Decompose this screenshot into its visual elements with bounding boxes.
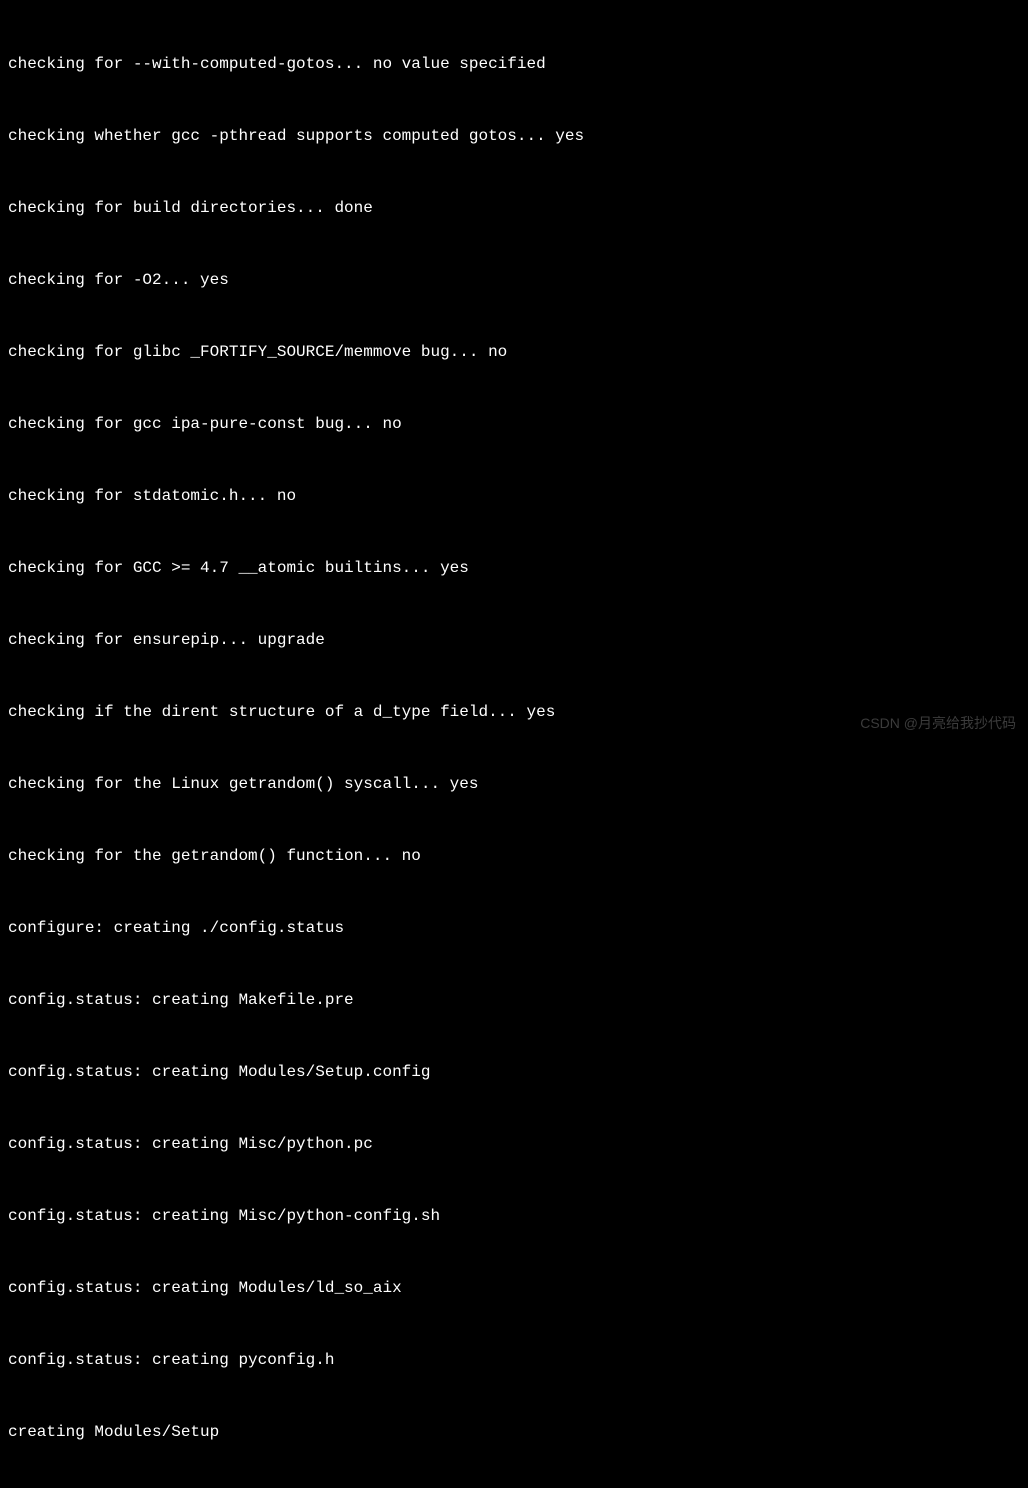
output-line: checking for gcc ipa-pure-const bug... n… [8,412,1020,436]
output-line: checking for the getrandom() function...… [8,844,1020,868]
output-line: config.status: creating Misc/python.pc [8,1132,1020,1156]
output-line: checking for -O2... yes [8,268,1020,292]
output-line: configure: creating ./config.status [8,916,1020,940]
watermark-text: CSDN @月亮给我抄代码 [860,713,1016,734]
output-line: config.status: creating Modules/ld_so_ai… [8,1276,1020,1300]
terminal-output: checking for --with-computed-gotos... no… [8,4,1020,1488]
output-line: checking for --with-computed-gotos... no… [8,52,1020,76]
output-line: config.status: creating Modules/Setup.co… [8,1060,1020,1084]
output-line: checking whether gcc -pthread supports c… [8,124,1020,148]
output-line: config.status: creating Makefile.pre [8,988,1020,1012]
output-line: checking for GCC >= 4.7 __atomic builtin… [8,556,1020,580]
output-line: checking for ensurepip... upgrade [8,628,1020,652]
output-line: creating Modules/Setup [8,1420,1020,1444]
output-line: checking for stdatomic.h... no [8,484,1020,508]
output-line: checking for glibc _FORTIFY_SOURCE/memmo… [8,340,1020,364]
output-line: config.status: creating Misc/python-conf… [8,1204,1020,1228]
output-line: checking for build directories... done [8,196,1020,220]
output-line: config.status: creating pyconfig.h [8,1348,1020,1372]
output-line: checking for the Linux getrandom() sysca… [8,772,1020,796]
